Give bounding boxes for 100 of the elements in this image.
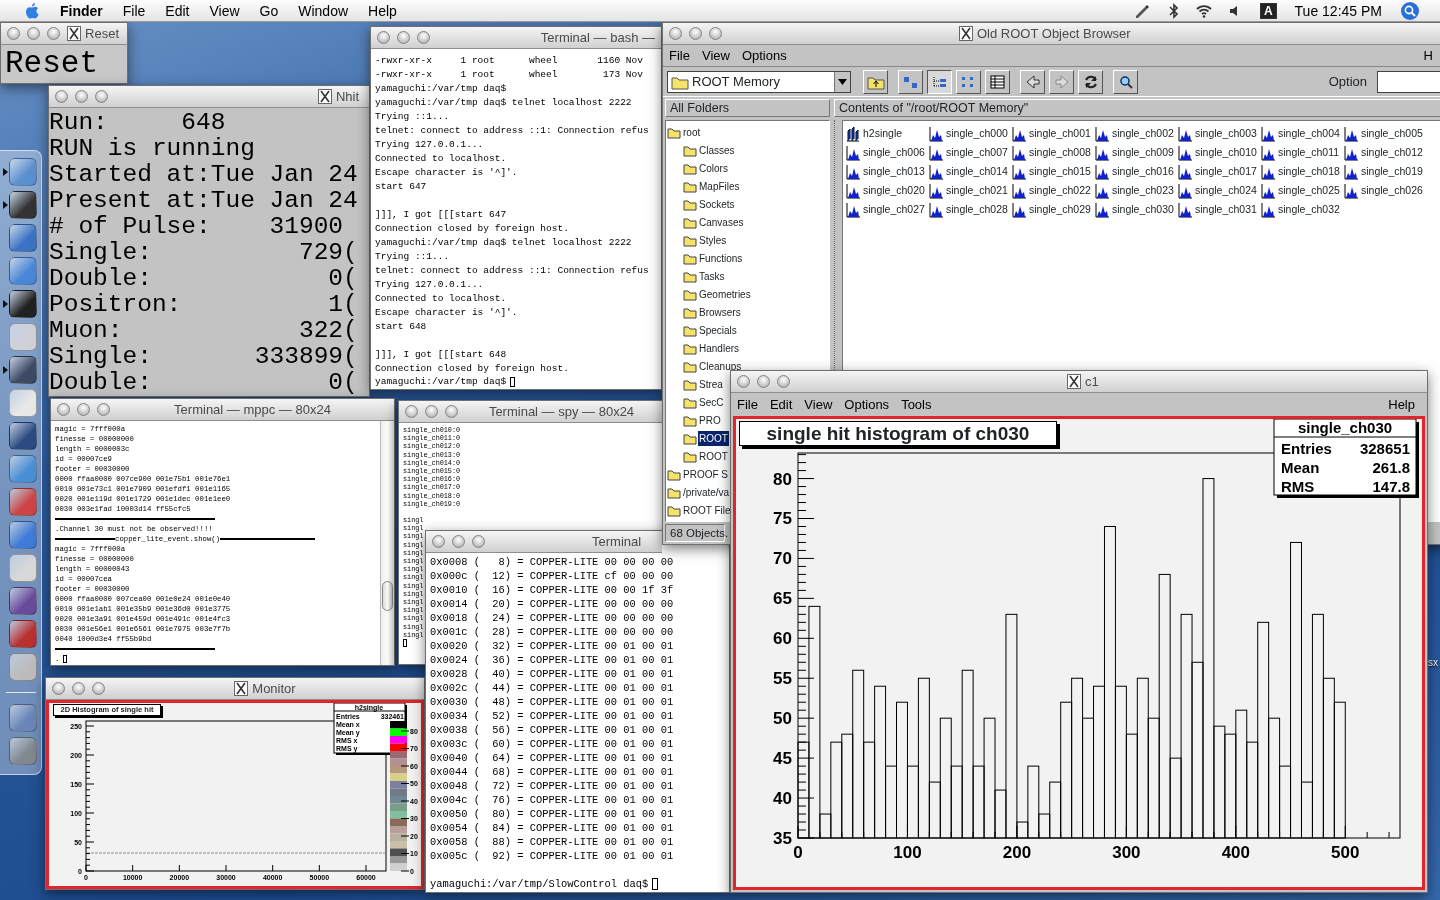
object-item[interactable]: single_ch032 [1278, 201, 1340, 218]
close-button[interactable] [432, 535, 445, 548]
tree-item[interactable]: MapFiles [698, 178, 741, 194]
tree-item[interactable]: SecC [698, 394, 725, 410]
view-mode-button[interactable] [927, 69, 952, 94]
title-bar[interactable]: Monitor [46, 678, 424, 700]
title-bar[interactable]: Reset [1, 23, 127, 45]
scrollbar-thumb[interactable] [382, 581, 393, 611]
minimize-button[interactable] [72, 682, 85, 695]
zoom-button[interactable] [95, 90, 108, 103]
object-item[interactable]: single_ch021 [946, 182, 1008, 199]
object-item[interactable]: single_ch029 [1029, 201, 1091, 218]
close-button[interactable] [55, 90, 68, 103]
option-field[interactable] [1377, 70, 1440, 93]
object-item[interactable]: single_ch003 [1195, 125, 1257, 142]
app-icon[interactable] [2, 356, 39, 384]
menu-item[interactable]: File [663, 45, 696, 66]
object-item[interactable]: single_ch019 [1361, 163, 1423, 180]
object-item[interactable]: single_ch017 [1195, 163, 1257, 180]
object-item[interactable]: single_ch005 [1361, 125, 1423, 142]
object-item[interactable]: single_ch023 [1112, 182, 1174, 199]
minimize-button[interactable] [397, 31, 410, 44]
object-item[interactable]: single_ch016 [1112, 163, 1174, 180]
menu-item[interactable]: Options [735, 45, 793, 66]
find-button[interactable] [1113, 69, 1138, 94]
close-button[interactable] [405, 405, 418, 418]
column-header[interactable]: All Folders [665, 99, 830, 117]
menu-item[interactable]: Help [358, 0, 407, 22]
object-item[interactable]: single_ch015 [1029, 163, 1091, 180]
menu-item[interactable]: Edit [155, 0, 200, 22]
tree-item[interactable]: Geometries [698, 286, 752, 302]
app-icon[interactable] [2, 290, 39, 318]
close-button[interactable] [737, 375, 750, 388]
object-item[interactable]: single_ch014 [946, 163, 1008, 180]
object-item[interactable]: single_ch009 [1112, 144, 1174, 161]
title-bar[interactable]: Nhit [49, 86, 369, 108]
menu-item[interactable]: Finder [50, 0, 113, 22]
minimize-button[interactable] [689, 27, 702, 40]
object-item[interactable]: single_ch018 [1278, 163, 1340, 180]
close-button[interactable] [669, 27, 682, 40]
close-button[interactable] [7, 27, 20, 40]
object-item[interactable]: single_ch012 [1361, 144, 1423, 161]
zoom-button[interactable] [445, 405, 458, 418]
tree-item[interactable]: ROOT File [682, 502, 732, 518]
object-item[interactable]: single_ch030 [1112, 201, 1174, 218]
tree-item[interactable]: Strea [698, 376, 724, 392]
minimize-button[interactable] [757, 375, 770, 388]
zoom-button[interactable] [47, 27, 60, 40]
close-button[interactable] [377, 31, 390, 44]
object-item[interactable]: single_ch013 [863, 163, 925, 180]
menu-item[interactable]: View [695, 45, 736, 66]
zoom-button[interactable] [709, 27, 722, 40]
menu-item[interactable]: Options [838, 394, 896, 415]
object-item[interactable]: single_ch011 [1278, 144, 1340, 161]
menu-item[interactable]: Tools [895, 394, 938, 415]
tree-item[interactable]: PRO [698, 412, 722, 428]
object-item[interactable]: h2single [863, 125, 903, 142]
object-item[interactable]: single_ch027 [863, 201, 925, 218]
apple-logo-icon[interactable] [24, 1, 40, 20]
menu-item[interactable]: View [199, 0, 250, 22]
object-item[interactable]: single_ch025 [1278, 182, 1340, 199]
tree-item[interactable]: Styles [698, 232, 728, 248]
zoom-button[interactable] [777, 375, 790, 388]
title-bar[interactable]: Terminal — mppc — 80x24 [51, 399, 394, 421]
tree-item[interactable]: ROOT [698, 430, 729, 446]
object-item[interactable]: single_ch002 [1112, 125, 1174, 142]
object-item[interactable]: single_ch004 [1278, 125, 1340, 142]
column-header[interactable]: Contents of "/root/ROOT Memory" [834, 99, 1440, 117]
title-bar[interactable]: Terminal — spy — 80x24 [399, 401, 664, 423]
title-bar[interactable]: Terminal — bash — [371, 27, 661, 49]
close-button[interactable] [52, 682, 65, 695]
tree-item[interactable]: ROOT [698, 448, 729, 464]
object-item[interactable]: single_ch006 [863, 144, 925, 161]
scrollbar[interactable] [380, 421, 394, 665]
title-bar[interactable]: Terminal [426, 531, 662, 553]
object-item[interactable]: single_ch008 [1029, 144, 1091, 161]
app-icon[interactable] [2, 158, 39, 186]
zoom-button[interactable] [417, 31, 430, 44]
tree-item[interactable]: Specials [698, 322, 738, 338]
menu-item[interactable]: Go [249, 0, 289, 22]
object-item[interactable]: single_ch028 [946, 201, 1008, 218]
refresh-button[interactable] [1078, 69, 1103, 94]
search-icon[interactable] [1400, 0, 1420, 21]
zoom-button[interactable] [97, 403, 110, 416]
tree-item[interactable]: Tasks [698, 268, 726, 284]
tree-item[interactable]: Handlers [698, 340, 741, 356]
tree-item[interactable]: Functions [698, 250, 744, 266]
tree-item[interactable]: Classes [698, 142, 736, 158]
input-menu[interactable]: A [1259, 2, 1277, 19]
tree-item[interactable]: Browsers [698, 304, 742, 320]
menu-item[interactable]: Window [288, 0, 359, 22]
minimize-button[interactable] [425, 405, 438, 418]
menu-item[interactable]: View [798, 394, 839, 415]
object-item[interactable]: single_ch001 [1029, 125, 1091, 142]
object-item[interactable]: single_ch031 [1195, 201, 1257, 218]
menu-clock[interactable]: Tue 12:45 PM [1284, 0, 1392, 22]
tree-item[interactable]: Colors [698, 160, 729, 176]
back-button[interactable] [1020, 69, 1045, 94]
forward-button[interactable] [1049, 69, 1074, 94]
tree-item[interactable]: Sockets [698, 196, 736, 212]
